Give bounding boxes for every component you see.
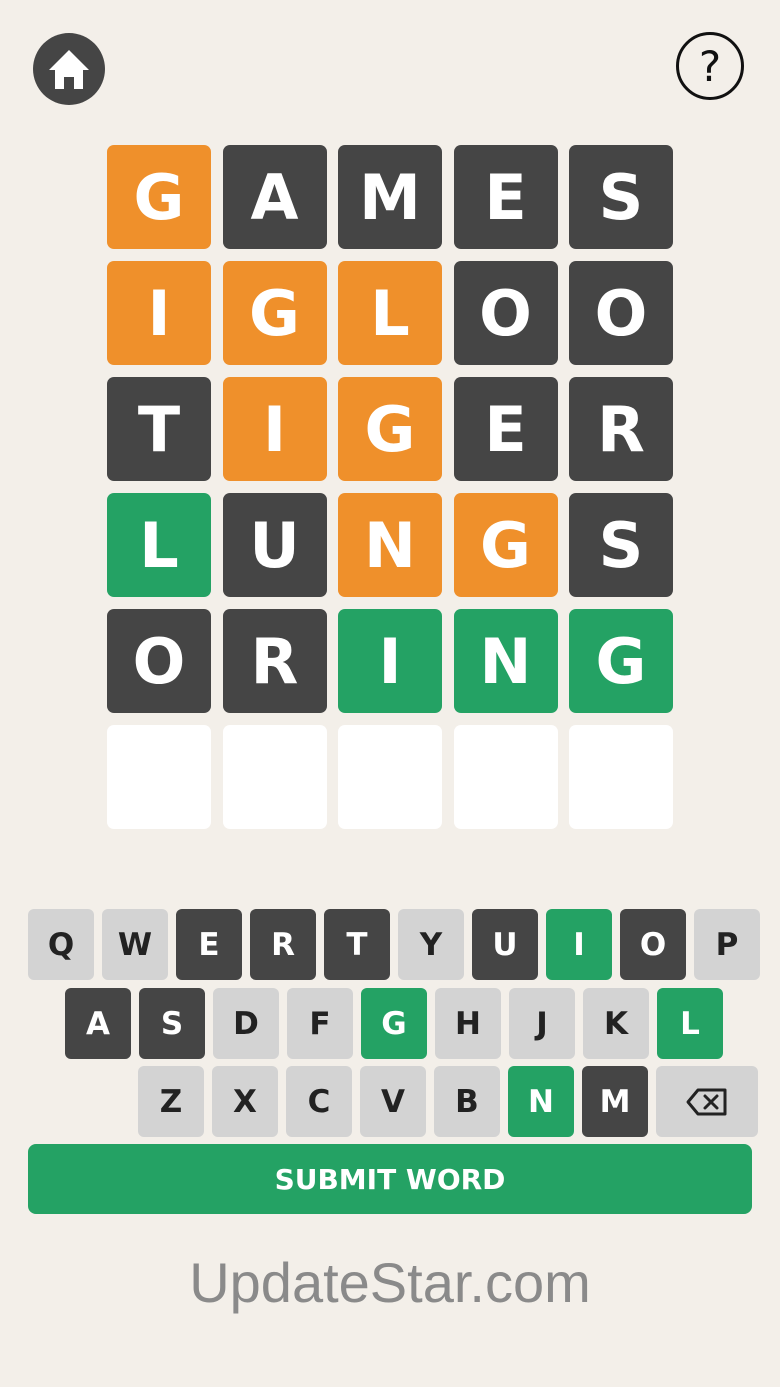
key-s[interactable]: S xyxy=(139,988,205,1059)
letter-tile: L xyxy=(107,493,211,597)
keyboard-row-2: ASDFGHJKL xyxy=(65,988,723,1059)
letter-tile: O xyxy=(453,261,558,365)
letter-tile: T xyxy=(107,377,211,481)
backspace-key[interactable] xyxy=(656,1066,758,1137)
home-button[interactable] xyxy=(33,33,105,105)
keyboard-row-3: ZXCVBNM xyxy=(138,1066,758,1137)
key-e[interactable]: E xyxy=(176,909,242,980)
home-icon xyxy=(49,50,89,89)
letter-tile: N xyxy=(453,609,558,713)
key-f[interactable]: F xyxy=(287,988,353,1059)
key-h[interactable]: H xyxy=(435,988,501,1059)
letter-tile: M xyxy=(338,145,442,249)
empty-tile xyxy=(222,725,327,829)
key-z[interactable]: Z xyxy=(138,1066,204,1137)
empty-tile xyxy=(453,725,558,829)
letter-tile: I xyxy=(338,609,442,713)
letter-tile: G xyxy=(222,261,327,365)
key-g[interactable]: G xyxy=(361,988,427,1059)
letter-tile: G xyxy=(569,609,673,713)
empty-tile xyxy=(107,725,211,829)
key-d[interactable]: D xyxy=(213,988,279,1059)
submit-word-label: SUBMIT WORD xyxy=(274,1162,506,1196)
key-c[interactable]: C xyxy=(286,1066,352,1137)
letter-tile: I xyxy=(222,377,327,481)
key-r[interactable]: R xyxy=(250,909,316,980)
letter-tile: A xyxy=(222,145,327,249)
empty-tile xyxy=(338,725,442,829)
key-u[interactable]: U xyxy=(472,909,538,980)
footer-watermark: UpdateStar.com xyxy=(189,1251,591,1314)
key-m[interactable]: M xyxy=(582,1066,648,1137)
letter-tile: E xyxy=(453,377,558,481)
key-n[interactable]: N xyxy=(508,1066,574,1137)
key-b[interactable]: B xyxy=(434,1066,500,1137)
key-j[interactable]: J xyxy=(509,988,575,1059)
key-y[interactable]: Y xyxy=(398,909,464,980)
key-l[interactable]: L xyxy=(657,988,723,1059)
backspace-icon xyxy=(686,1088,727,1115)
game-board: GAMESIGLOOTIGERLUNGSORING xyxy=(107,145,673,829)
letter-tile: I xyxy=(107,261,211,365)
letter-tile: L xyxy=(338,261,442,365)
letter-tile: R xyxy=(222,609,327,713)
help-button[interactable]: ? xyxy=(676,32,744,100)
key-w[interactable]: W xyxy=(102,909,168,980)
empty-tile xyxy=(569,725,673,829)
submit-word-button[interactable]: SUBMIT WORD xyxy=(28,1144,752,1214)
letter-tile: O xyxy=(107,609,211,713)
letter-tile: O xyxy=(569,261,673,365)
keyboard-row-1: QWERTYUIOP xyxy=(28,909,760,980)
key-p[interactable]: P xyxy=(694,909,760,980)
letter-tile: N xyxy=(338,493,442,597)
key-k[interactable]: K xyxy=(583,988,649,1059)
letter-tile: S xyxy=(569,145,673,249)
letter-tile: U xyxy=(222,493,327,597)
letter-tile: G xyxy=(107,145,211,249)
key-x[interactable]: X xyxy=(212,1066,278,1137)
key-a[interactable]: A xyxy=(65,988,131,1059)
letter-tile: G xyxy=(338,377,442,481)
help-icon: ? xyxy=(698,41,722,91)
letter-tile: G xyxy=(453,493,558,597)
key-i[interactable]: I xyxy=(546,909,612,980)
letter-tile: E xyxy=(453,145,558,249)
letter-tile: S xyxy=(569,493,673,597)
key-v[interactable]: V xyxy=(360,1066,426,1137)
key-q[interactable]: Q xyxy=(28,909,94,980)
key-t[interactable]: T xyxy=(324,909,390,980)
key-o[interactable]: O xyxy=(620,909,686,980)
letter-tile: R xyxy=(569,377,673,481)
